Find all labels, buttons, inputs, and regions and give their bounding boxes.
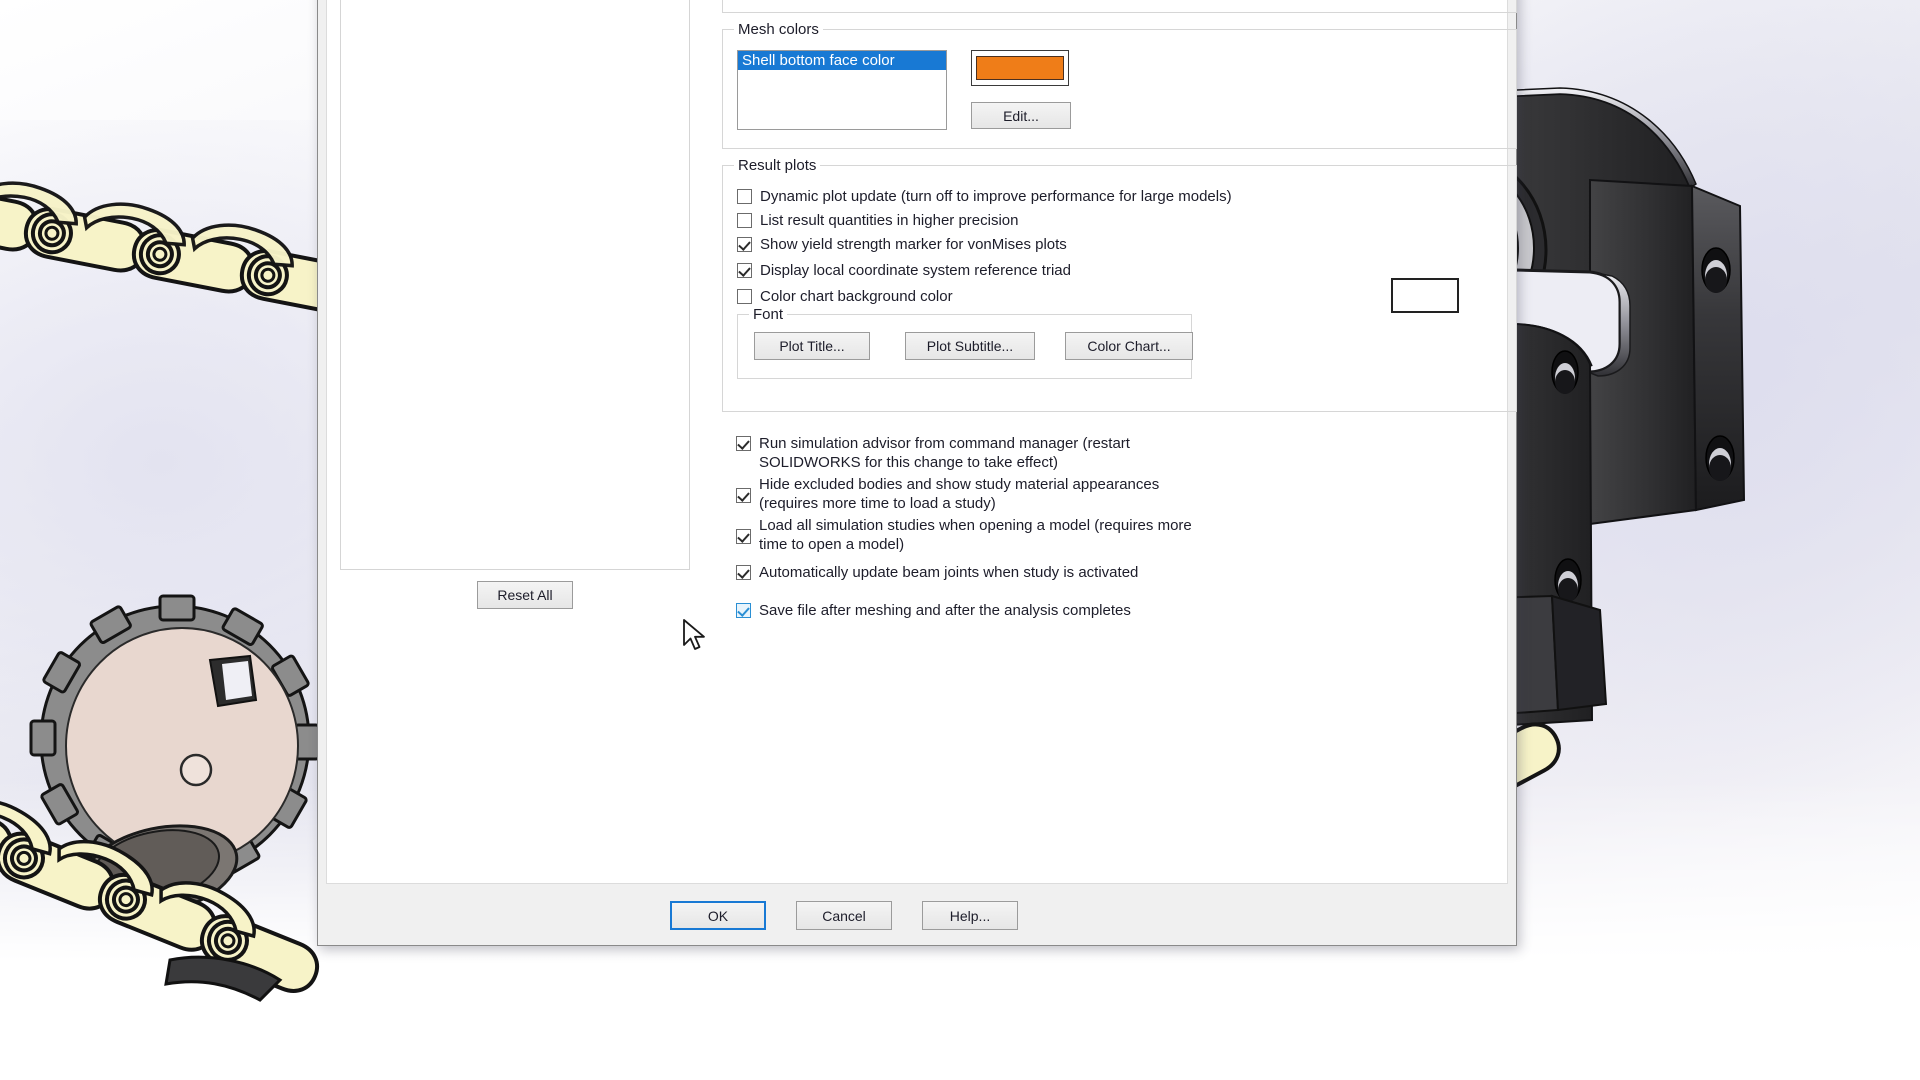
color-chart-font-button[interactable]: Color Chart... xyxy=(1065,332,1193,360)
checkbox-hide-excluded-bodies[interactable]: Hide excluded bodies and show study mate… xyxy=(736,475,1256,513)
dynamic-plot-update-checkbox-icon[interactable] xyxy=(737,189,752,204)
checkbox-dynamic-plot-update[interactable]: Dynamic plot update (turn off to improve… xyxy=(737,187,1247,206)
label-line-2: (requires more time to load a study) xyxy=(759,495,996,512)
label-line-2: time to open a model) xyxy=(759,536,905,553)
checkbox-save-file-after-meshing[interactable]: Save file after meshing and after the an… xyxy=(736,601,1131,620)
checkbox-run-simulation-advisor-label: Run simulation advisor from command mana… xyxy=(759,434,1130,472)
checkbox-higher-precision-label: List result quantities in higher precisi… xyxy=(760,212,1019,229)
help-button[interactable]: Help... xyxy=(922,901,1018,930)
checkbox-yield-strength-marker[interactable]: Show yield strength marker for vonMises … xyxy=(737,235,1067,254)
checkbox-save-file-after-meshing-label: Save file after meshing and after the an… xyxy=(759,602,1131,619)
group-font: Font Plot Title... Plot Subtitle... Colo… xyxy=(737,306,1193,379)
checkbox-yield-strength-marker-label: Show yield strength marker for vonMises … xyxy=(760,236,1067,253)
plot-title-font-button[interactable]: Plot Title... xyxy=(754,332,870,360)
options-tree-panel[interactable]: Simulation sensors xyxy=(340,0,690,570)
group-font-legend: Font xyxy=(749,306,788,323)
checkbox-chart-background-color-label: Color chart background color xyxy=(760,288,953,305)
mesh-colors-list-item-selected[interactable]: Shell bottom face color xyxy=(738,51,946,70)
group-symbol-quality: Load/Fixture symbol quality Wireframe Sh… xyxy=(722,0,1517,13)
reset-all-button[interactable]: Reset All xyxy=(477,581,573,609)
mesh-colors-listbox[interactable]: Shell bottom face color xyxy=(737,50,947,130)
group-result-plots: Result plots Dynamic plot update (turn o… xyxy=(722,157,1517,412)
checkbox-update-beam-joints-label: Automatically update beam joints when st… xyxy=(759,564,1139,581)
chart-background-color-checkbox-icon[interactable] xyxy=(737,289,752,304)
chain-upper-left xyxy=(0,181,367,319)
mesh-color-swatch[interactable] xyxy=(976,56,1064,80)
checkbox-load-all-studies[interactable]: Load all simulation studies when opening… xyxy=(736,516,1276,554)
hide-excluded-bodies-checkbox-icon[interactable] xyxy=(736,487,751,503)
simulation-options-dialog: Simulation sensors Reset All Load/Fixtur… xyxy=(317,0,1517,946)
mesh-color-edit-button[interactable]: Edit... xyxy=(971,102,1071,129)
chart-background-color-swatch[interactable] xyxy=(1391,278,1459,313)
higher-precision-checkbox-icon[interactable] xyxy=(737,213,752,228)
group-mesh-colors: Mesh colors Shell bottom face color Edit… xyxy=(722,21,1517,149)
checkbox-higher-precision[interactable]: List result quantities in higher precisi… xyxy=(737,211,1018,230)
plot-subtitle-font-button[interactable]: Plot Subtitle... xyxy=(905,332,1035,360)
checkbox-dynamic-plot-update-label: Dynamic plot update (turn off to improve… xyxy=(760,188,1232,205)
checkbox-reference-triad-label: Display local coordinate system referenc… xyxy=(760,262,1071,279)
load-all-studies-checkbox-icon[interactable] xyxy=(736,528,751,544)
label-line-1: Load all simulation studies when opening… xyxy=(759,517,1192,534)
ok-button[interactable]: OK xyxy=(670,901,766,930)
settings-column: Load/Fixture symbol quality Wireframe Sh… xyxy=(722,0,1517,619)
run-simulation-advisor-checkbox-icon[interactable] xyxy=(736,436,751,451)
cancel-button[interactable]: Cancel xyxy=(796,901,892,930)
checkbox-update-beam-joints[interactable]: Automatically update beam joints when st… xyxy=(736,563,1138,582)
checkbox-chart-background-color[interactable]: Color chart background color xyxy=(737,287,953,306)
save-file-after-meshing-checkbox-icon[interactable] xyxy=(736,603,751,618)
update-beam-joints-checkbox-icon[interactable] xyxy=(736,565,751,580)
checkbox-hide-excluded-bodies-label: Hide excluded bodies and show study mate… xyxy=(759,475,1159,513)
reference-triad-checkbox-icon[interactable] xyxy=(737,263,752,278)
mesh-color-swatch-frame[interactable] xyxy=(971,50,1069,86)
label-line-2: SOLIDWORKS for this change to take effec… xyxy=(759,454,1059,471)
checkbox-reference-triad[interactable]: Display local coordinate system referenc… xyxy=(737,261,1071,280)
dialog-footer: OK Cancel Help... xyxy=(318,885,1516,945)
dialog-content-panel: Simulation sensors Reset All Load/Fixtur… xyxy=(326,0,1517,884)
label-line-1: Hide excluded bodies and show study mate… xyxy=(759,476,1160,493)
checkbox-load-all-studies-label: Load all simulation studies when opening… xyxy=(759,516,1192,554)
label-line-1: Run simulation advisor from command mana… xyxy=(759,435,1130,452)
group-mesh-colors-legend: Mesh colors xyxy=(734,21,823,38)
group-result-plots-legend: Result plots xyxy=(734,157,821,174)
checkbox-run-simulation-advisor[interactable]: Run simulation advisor from command mana… xyxy=(736,434,1256,472)
yield-strength-marker-checkbox-icon[interactable] xyxy=(737,237,752,252)
